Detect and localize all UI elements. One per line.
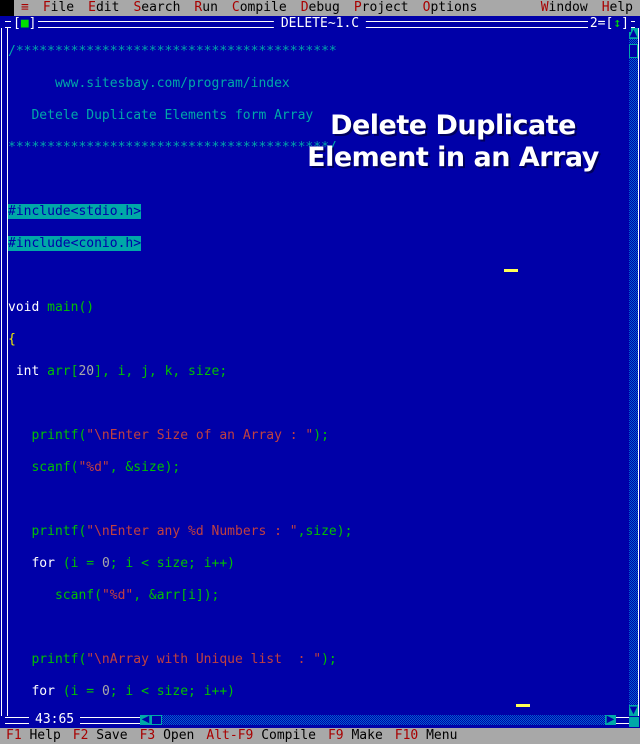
text-caret xyxy=(504,269,518,272)
menu-bar: ≡ File Edit Search Run Compile Debug Pro… xyxy=(0,0,640,16)
menu-item-window[interactable]: Window xyxy=(534,0,595,16)
menu-label: dit xyxy=(95,0,120,15)
status-label: Compile xyxy=(261,728,316,743)
menu-item-project[interactable]: Project xyxy=(347,0,416,16)
scroll-right-arrow-icon[interactable]: ▶ xyxy=(605,715,616,725)
menu-label: indow xyxy=(548,0,588,15)
status-key-open[interactable]: F3 Open xyxy=(140,728,195,744)
menu-hotkey: E xyxy=(88,0,96,15)
system-menu-icon: ≡ xyxy=(21,0,29,15)
status-key-make[interactable]: F9 Make xyxy=(328,728,383,744)
status-key-menu[interactable]: F10 Menu xyxy=(395,728,458,744)
close-bracket-right: ] xyxy=(28,16,37,31)
window-border-left xyxy=(1,28,8,716)
menu-item-debug[interactable]: Debug xyxy=(294,0,347,16)
window-number-and-zoom[interactable]: 2=[↕] xyxy=(587,16,631,32)
horizontal-scrollbar[interactable]: ◀ ▶ xyxy=(140,715,616,725)
zoom-icon: ↕ xyxy=(613,16,622,31)
menu-item-file[interactable]: File xyxy=(36,0,81,16)
status-key: Alt-F9 xyxy=(206,728,254,743)
menu-label: ompile xyxy=(239,0,287,15)
turbo-c-ide-window: ≡ File Edit Search Run Compile Debug Pro… xyxy=(0,0,640,744)
menu-item-run[interactable]: Run xyxy=(187,0,224,16)
status-label: Help xyxy=(29,728,61,743)
menu-item-options[interactable]: Options xyxy=(416,0,485,16)
code-editor-text[interactable]: /***************************************… xyxy=(8,28,620,716)
close-bracket-left: [ xyxy=(13,16,21,31)
menu-label: elp xyxy=(609,0,633,15)
horizontal-scroll-thumb[interactable] xyxy=(152,716,161,724)
menu-item-system[interactable]: ≡ xyxy=(14,0,36,16)
status-label: Save xyxy=(96,728,128,743)
menu-hotkey: P xyxy=(353,0,362,15)
status-key-save[interactable]: F2 Save xyxy=(73,728,128,744)
close-box-icon: ■ xyxy=(20,16,29,31)
text-caret-secondary xyxy=(516,704,530,707)
menu-label: ebug xyxy=(308,0,340,15)
status-key: F9 xyxy=(327,728,344,743)
menu-hotkey: C xyxy=(231,0,240,15)
cursor-position-indicator: 43:65 xyxy=(29,712,81,728)
menu-label: un xyxy=(202,0,218,15)
menu-label: ptions xyxy=(430,0,478,15)
status-key: F10 xyxy=(394,728,419,743)
window-number: 2=[ xyxy=(589,16,614,31)
window-title: DELETE~1.C xyxy=(273,16,367,32)
menu-item-edit[interactable]: Edit xyxy=(81,0,126,16)
menu-label: ile xyxy=(50,0,75,15)
status-key: F2 xyxy=(72,728,89,743)
status-label: Open xyxy=(163,728,195,743)
menu-hotkey: W xyxy=(540,0,549,15)
status-key-compile[interactable]: Alt-F9 Compile xyxy=(206,728,316,744)
menu-hotkey: D xyxy=(300,0,309,15)
vertical-scrollbar[interactable]: ▲ ▼ xyxy=(629,28,638,716)
window-resize-grip[interactable] xyxy=(629,717,639,727)
menu-hotkey: F xyxy=(42,0,51,15)
status-bar: F1 Help F2 Save F3 Open Alt-F9 Compile F… xyxy=(0,728,640,744)
menu-label: roject xyxy=(361,0,409,15)
menu-label: earch xyxy=(141,0,181,15)
status-label: Menu xyxy=(426,728,458,743)
window-close-button[interactable]: [■] xyxy=(11,16,39,32)
scroll-left-arrow-icon[interactable]: ◀ xyxy=(140,715,151,725)
window-number-bracket: ] xyxy=(621,16,629,31)
menu-hotkey: H xyxy=(601,0,610,15)
status-key-help[interactable]: F1 Help xyxy=(6,728,61,744)
status-label: Make xyxy=(351,728,383,743)
menu-item-compile[interactable]: Compile xyxy=(225,0,294,16)
editor-window: [■] DELETE~1.C 2=[↕] /******************… xyxy=(0,16,640,728)
status-key: F3 xyxy=(139,728,156,743)
status-key: F1 xyxy=(6,728,22,743)
system-menu-box[interactable] xyxy=(0,0,14,16)
menu-item-help[interactable]: Help xyxy=(595,0,640,16)
vertical-scroll-thumb[interactable] xyxy=(630,45,637,57)
menu-item-search[interactable]: Search xyxy=(126,0,187,16)
